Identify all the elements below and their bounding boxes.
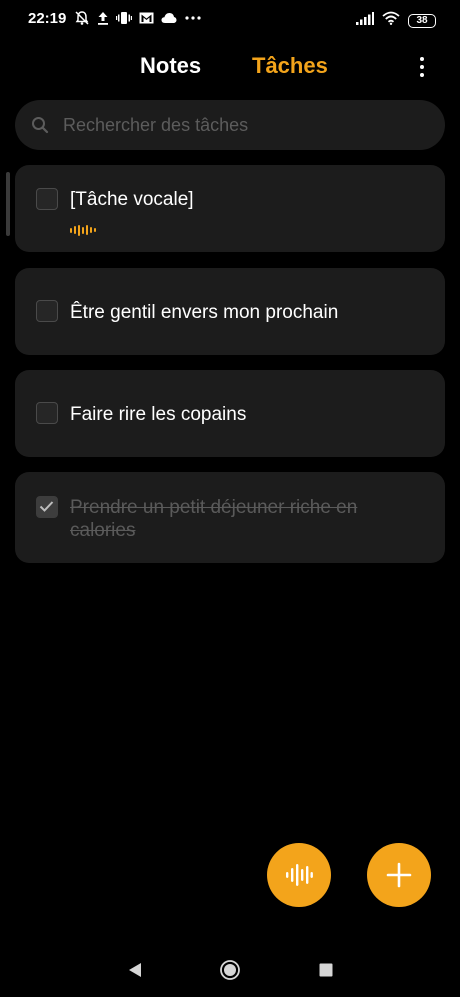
back-icon[interactable] [127, 962, 143, 978]
task-checkbox-checked[interactable] [36, 496, 58, 518]
vibrate-icon [116, 11, 132, 25]
upload-icon [97, 11, 109, 25]
gmail-icon [139, 12, 154, 24]
task-text: Être gentil envers mon prochain [70, 302, 339, 323]
header: Notes Tâches [0, 50, 460, 84]
signal-icon [356, 11, 374, 30]
more-vertical-icon[interactable] [412, 54, 432, 80]
search-icon [31, 116, 49, 134]
status-left-icons [74, 10, 202, 26]
search-bar[interactable]: Rechercher des tâches [15, 100, 445, 150]
task-text: Faire rire les copains [70, 404, 247, 425]
tab-tasks[interactable]: Tâches [252, 53, 328, 79]
task-text-line: Prendre un petit déjeuner riche en [70, 497, 358, 518]
home-icon[interactable] [219, 959, 241, 981]
battery-icon: 38 [408, 13, 436, 28]
scroll-indicator[interactable] [6, 172, 10, 236]
plus-icon [386, 862, 412, 888]
task-checkbox[interactable] [36, 188, 58, 210]
voice-record-button[interactable] [267, 843, 331, 907]
status-time: 22:19 [28, 10, 67, 27]
tab-notes[interactable]: Notes [140, 53, 201, 79]
checkmark-icon [39, 501, 54, 512]
search-input[interactable]: Rechercher des tâches [63, 115, 248, 136]
task-card[interactable]: Être gentil envers mon prochain [15, 268, 445, 355]
cloud-icon [161, 12, 177, 24]
task-card-completed[interactable]: Prendre un petit déjeuner riche en calor… [15, 472, 445, 563]
voice-wave-icon [70, 224, 96, 236]
wifi-icon [382, 11, 400, 30]
task-checkbox[interactable] [36, 300, 58, 322]
task-card[interactable]: [Tâche vocale] [15, 165, 445, 252]
notifications-off-icon [74, 10, 90, 26]
nav-bar [0, 955, 460, 985]
task-text: [Tâche vocale] [70, 189, 194, 210]
status-right-icons: 38 [356, 11, 436, 30]
more-dots-icon [184, 15, 202, 21]
task-text-line: calories [70, 520, 136, 541]
recents-icon[interactable] [319, 963, 333, 977]
task-text-completed: Prendre un petit déjeuner riche en calor… [70, 496, 357, 542]
task-checkbox[interactable] [36, 402, 58, 424]
status-bar: 22:19 38 [0, 0, 460, 38]
add-task-button[interactable] [367, 843, 431, 907]
task-card[interactable]: Faire rire les copains [15, 370, 445, 457]
voice-record-icon [286, 864, 313, 886]
